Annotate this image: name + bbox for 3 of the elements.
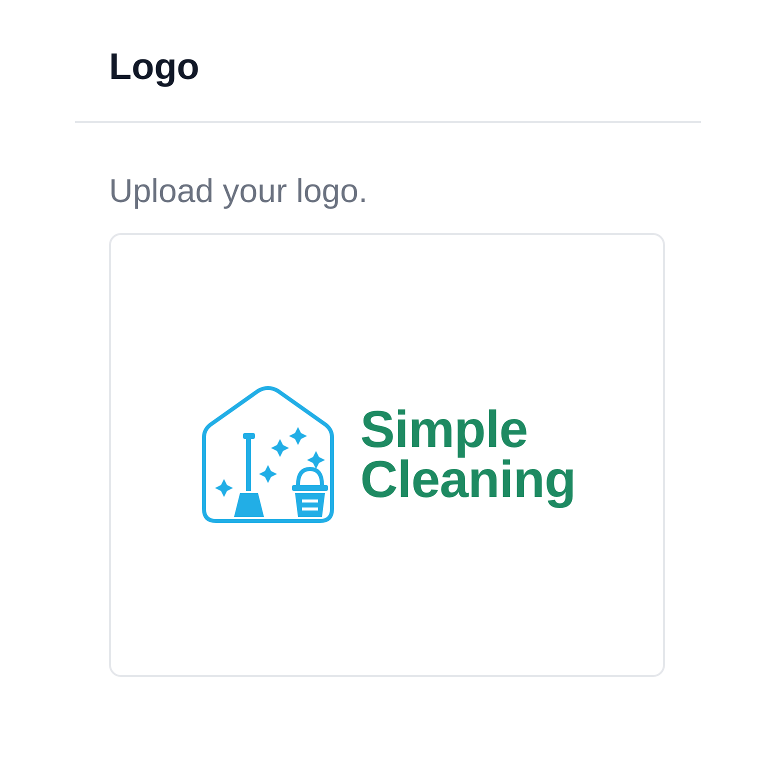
logo-upload-area[interactable]: Simple Cleaning (109, 233, 665, 677)
instruction-text: Upload your logo. (109, 171, 369, 211)
section-title: Logo (109, 45, 200, 89)
